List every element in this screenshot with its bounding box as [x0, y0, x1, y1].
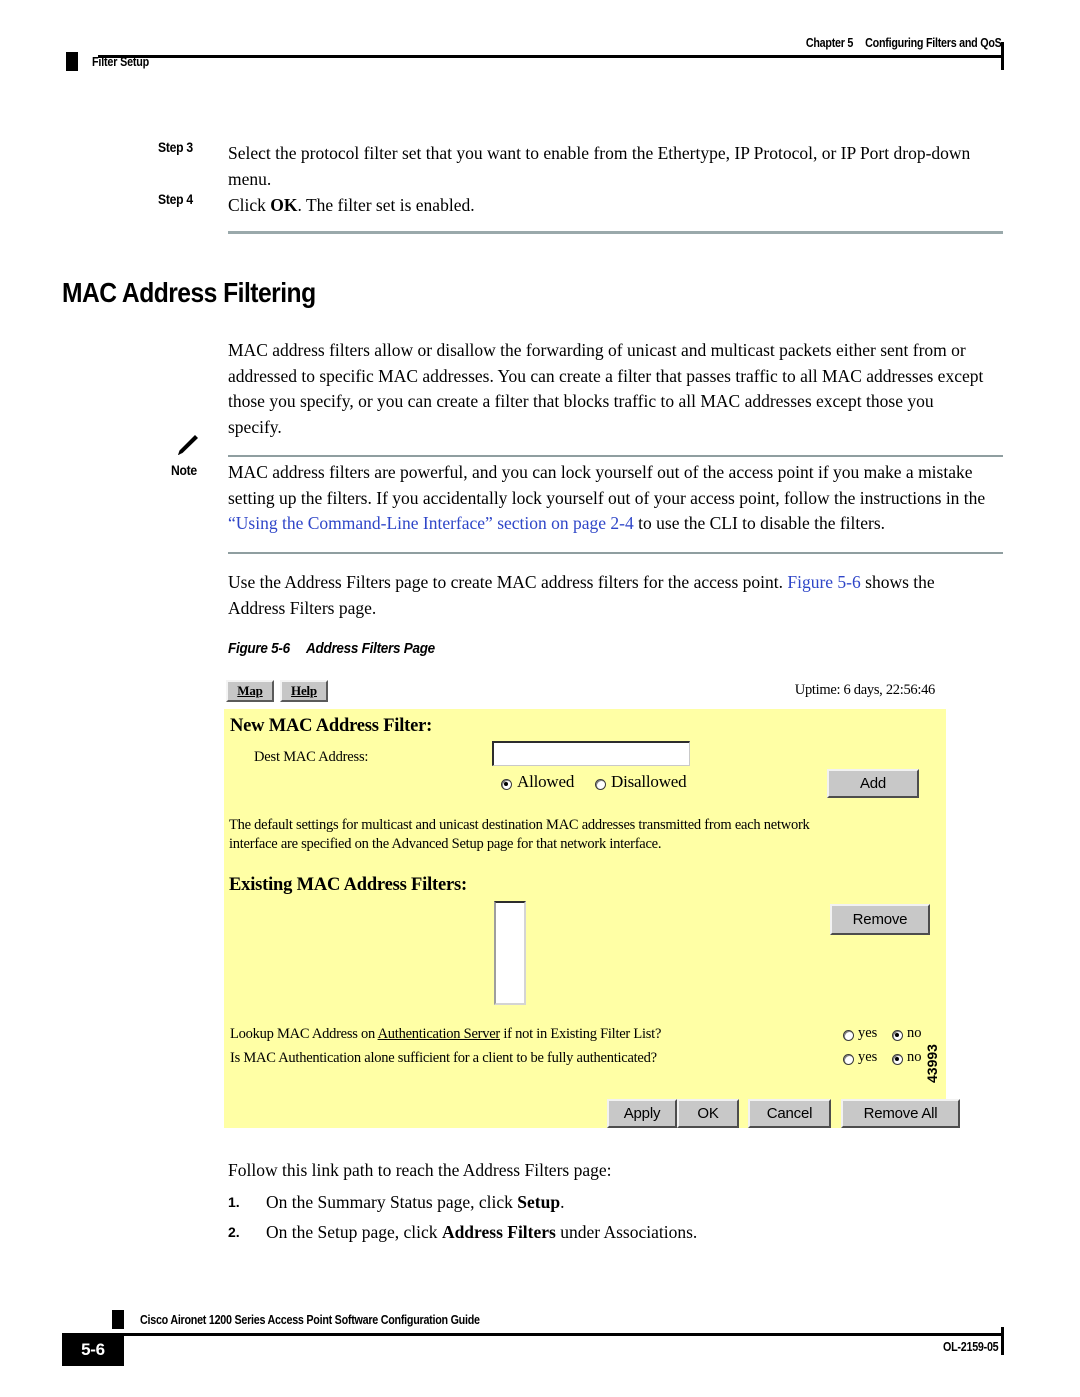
footer-rule-cap: [1001, 1327, 1004, 1355]
authentication-server-link[interactable]: Authentication Server: [378, 1026, 501, 1042]
step-4-text: Click OK. The filter set is enabled.: [228, 192, 1008, 218]
lookup-mac-no-label: no: [907, 1025, 922, 1041]
footer-guide-title: Cisco Aironet 1200 Series Access Point S…: [140, 1313, 480, 1327]
header-running-head: Filter Setup: [92, 55, 150, 69]
page-header: Chapter 5 Configuring Filters and QoS Fil…: [0, 30, 1080, 90]
dest-mac-address-label: Dest MAC Address:: [254, 749, 369, 765]
note-text-pre: MAC address filters are powerful, and yo…: [228, 462, 986, 508]
link-path-item-2-number: 2.: [228, 1224, 240, 1240]
step-4-label: Step 4: [158, 192, 193, 207]
mac-auth-radio-yes[interactable]: [843, 1054, 854, 1065]
mac-auth-sufficient-question: Is MAC Authentication alone sufficient f…: [230, 1050, 657, 1066]
dest-mac-address-input[interactable]: [492, 741, 690, 766]
radio-disallowed[interactable]: [595, 779, 606, 790]
help-button[interactable]: Help: [280, 680, 328, 702]
mac-auth-yes-label: yes: [858, 1049, 878, 1065]
lookup-mac-radio-no[interactable]: [892, 1030, 903, 1041]
cancel-button[interactable]: Cancel: [748, 1099, 831, 1128]
default-settings-note-line2: interface are specified on the Advanced …: [229, 836, 662, 852]
lookup-mac-yes-label: yes: [858, 1025, 878, 1041]
header-rule: [98, 55, 1003, 58]
figure-cross-reference-link[interactable]: Figure 5-6: [787, 572, 860, 592]
lookup-mac-radio-yes[interactable]: [843, 1030, 854, 1041]
link-path-item-2-post: under Associations.: [555, 1222, 698, 1242]
link-path-intro: Follow this link path to reach the Addre…: [228, 1160, 612, 1180]
remove-all-button[interactable]: Remove All: [841, 1099, 960, 1128]
figure-caption: Figure 5-6 Address Filters Page: [228, 640, 435, 657]
lookup-mac-question-pre: Lookup MAC Address on: [230, 1026, 378, 1042]
link-path-item-1-post: .: [560, 1192, 565, 1212]
existing-mac-address-filters-heading: Existing MAC Address Filters:: [229, 875, 467, 895]
link-path-item-1-number: 1.: [228, 1194, 240, 1210]
header-chapter-title: Configuring Filters and QoS: [865, 36, 1003, 50]
page-title: MAC Address Filtering: [62, 277, 316, 308]
footer-document-number: OL-2159-05: [942, 1340, 999, 1354]
lookup-mac-question-post: if not in Existing Filter List?: [499, 1026, 662, 1042]
section-intro-paragraph: MAC address filters allow or disallow th…: [228, 340, 984, 437]
header-rule-cap: [1001, 42, 1004, 70]
ok-button[interactable]: OK: [677, 1099, 739, 1128]
uptime-status: Uptime: 6 days, 22:56:46: [794, 682, 936, 698]
note-text-post: to use the CLI to disable the filters.: [633, 513, 886, 533]
remove-button[interactable]: Remove: [830, 904, 930, 935]
step-4-text-bold: OK: [270, 195, 298, 215]
apply-button[interactable]: Apply: [607, 1099, 677, 1128]
link-path-item-1-pre: On the Summary Status page, click: [266, 1192, 518, 1212]
link-path-item-1-text: On the Summary Status page, click Setup.: [266, 1192, 564, 1212]
new-mac-address-filter-heading: New MAC Address Filter:: [230, 716, 433, 736]
note-cross-reference-link[interactable]: “Using the Command-Line Interface” secti…: [228, 513, 634, 533]
header-chapter-info: Chapter 5 Configuring Filters and QoS: [806, 36, 1002, 50]
step-4: Step 4 Click OK. The filter set is enabl…: [158, 192, 1008, 218]
radio-allowed[interactable]: [501, 779, 512, 790]
footer-bullet-square-icon: [112, 1310, 124, 1329]
link-path-item-2: 2. On the Setup page, click Address Filt…: [228, 1220, 1008, 1245]
section-divider: [228, 231, 1003, 234]
mac-auth-radio-no[interactable]: [892, 1054, 903, 1065]
link-path-item-2-pre: On the Setup page, click: [266, 1222, 442, 1242]
default-settings-note-line1: The default settings for multicast and u…: [229, 817, 810, 833]
figure-art-number: 43993: [924, 1044, 940, 1083]
radio-disallowed-label: Disallowed: [611, 772, 687, 791]
link-path-item-1: 1. On the Summary Status page, click Set…: [228, 1190, 1008, 1215]
link-path-item-1-bold: Setup: [517, 1192, 561, 1212]
note-top-rule: [228, 455, 1003, 457]
page-number-badge: 5-6: [62, 1333, 124, 1366]
radio-allowed-label: Allowed: [517, 772, 575, 791]
note-text: MAC address filters are powerful, and yo…: [228, 460, 1003, 537]
figure-intro-paragraph: Use the Address Filters page to create M…: [228, 570, 990, 621]
add-button[interactable]: Add: [827, 769, 919, 798]
lookup-mac-question: Lookup MAC Address on Authentication Ser…: [230, 1026, 661, 1043]
page-footer: Cisco Aironet 1200 Series Access Point S…: [0, 1300, 1080, 1380]
figure-intro-pre: Use the Address Filters page to create M…: [228, 572, 788, 592]
step-4-text-pre: Click: [228, 195, 271, 215]
map-button[interactable]: Map: [226, 680, 274, 702]
step-3-text: Select the protocol filter set that you …: [228, 143, 971, 189]
existing-filters-listbox[interactable]: [494, 901, 526, 1005]
figure-caption-title: Address Filters Page: [306, 640, 435, 657]
figure-address-filters-page: Map Help Uptime: 6 days, 22:56:46 New MA…: [224, 678, 960, 1130]
footer-rule: [78, 1333, 1003, 1336]
step-3: Step 3 Select the protocol filter set th…: [158, 140, 1008, 192]
header-bullet-square-icon: [66, 52, 78, 71]
link-path-item-2-bold: Address Filters: [441, 1222, 556, 1242]
address-filters-panel: New MAC Address Filter: Dest MAC Address…: [224, 709, 960, 1128]
mac-auth-no-label: no: [907, 1049, 922, 1065]
step-4-text-post: . The filter set is enabled.: [297, 195, 475, 215]
figure-caption-number: Figure 5-6: [228, 640, 290, 657]
note-label: Note: [171, 463, 197, 478]
note-bottom-rule: [228, 552, 1003, 554]
header-chapter-number: Chapter 5: [806, 36, 854, 50]
link-path-item-2-text: On the Setup page, click Address Filters…: [266, 1222, 697, 1242]
figure-toolbar: Map Help Uptime: 6 days, 22:56:46: [224, 678, 948, 709]
pencil-icon: [178, 435, 198, 455]
step-3-label: Step 3: [158, 140, 193, 155]
